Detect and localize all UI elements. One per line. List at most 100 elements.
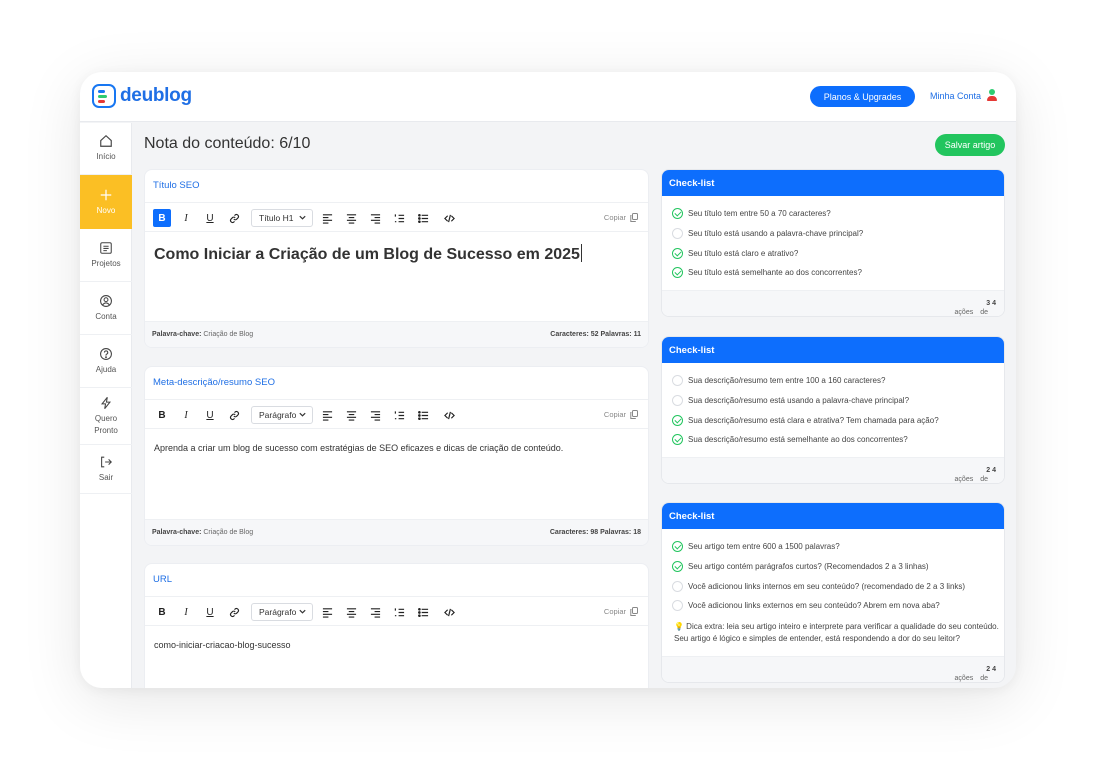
bullet-list-icon: [417, 213, 428, 223]
card-label: Meta-descrição/resumo SEO: [153, 377, 275, 388]
checklist-item[interactable]: Sua descrição/resumo está usando a palav…: [672, 395, 909, 406]
checklist-article: Check-list Seu artigo tem entre 600 a 15…: [661, 502, 1005, 683]
checklist-item[interactable]: Sua descrição/resumo está clara e atrati…: [672, 415, 939, 426]
checklist-item[interactable]: Seu título está semelhante ao dos concor…: [672, 267, 862, 278]
logo-text: deublog: [120, 85, 192, 106]
italic-button[interactable]: I: [177, 209, 195, 227]
ordered-list-button[interactable]: [390, 406, 408, 424]
link-button[interactable]: [225, 406, 243, 424]
bold-button[interactable]: B: [153, 209, 171, 227]
format-select[interactable]: Título H1: [251, 209, 313, 227]
sidebar-item-label: Sair: [98, 472, 114, 482]
checklist-title: Check-list: [662, 170, 1004, 196]
align-right-button[interactable]: [366, 406, 384, 424]
seo-title-editor[interactable]: Como Iniciar a Criação de um Blog de Suc…: [154, 244, 582, 264]
checklist-item[interactable]: Seu título está usando a palavra-chave p…: [672, 228, 863, 239]
checklist-seo-title: Check-list Seu título tem entre 50 a 70 …: [661, 169, 1005, 317]
underline-button[interactable]: U: [201, 209, 219, 227]
checklist-item-label: Seu título tem entre 50 a 70 caracteres?: [688, 209, 831, 218]
checklist-item[interactable]: Você adicionou links externos em seu con…: [672, 600, 940, 611]
stats-info: Caracteres: 98 Palavras: 18: [550, 529, 641, 536]
underline-button[interactable]: U: [201, 603, 219, 621]
checklist-item[interactable]: Sua descrição/resumo está semelhante ao …: [672, 434, 908, 445]
sidebar-item-novo[interactable]: Novo: [80, 175, 132, 229]
checklist-item-label: Seu título está claro e atrativo?: [688, 249, 799, 258]
checklist-item[interactable]: Você adicionou links internos em seu con…: [672, 581, 965, 592]
url-editor[interactable]: como-iniciar-criacao-blog-sucesso: [154, 640, 291, 650]
code-button[interactable]: [440, 209, 458, 227]
sidebar-item-ajuda[interactable]: Ajuda: [80, 335, 132, 388]
align-left-button[interactable]: [318, 603, 336, 621]
italic-button[interactable]: I: [177, 603, 195, 621]
check-circle-icon: [672, 561, 683, 572]
ordered-list-button[interactable]: [390, 603, 408, 621]
align-center-icon: [346, 607, 356, 618]
checklist-item[interactable]: Seu título tem entre 50 a 70 caracteres?: [672, 208, 831, 219]
align-center-button[interactable]: [342, 406, 360, 424]
editor-toolbar: B I U Título H1 Copiar: [145, 202, 648, 232]
words-value: 11: [633, 331, 641, 338]
seo-title-card: Título SEO B I U Título H1 Copiar Como I…: [144, 169, 649, 348]
editor-toolbar: B I U Parágrafo Copiar: [145, 596, 648, 626]
format-select[interactable]: Parágrafo: [251, 603, 313, 621]
plans-upgrades-button[interactable]: Planos & Upgrades: [810, 86, 915, 107]
copy-button[interactable]: Copiar: [604, 410, 638, 419]
link-button[interactable]: [225, 209, 243, 227]
code-button[interactable]: [440, 406, 458, 424]
account-menu[interactable]: Minha Conta: [930, 89, 998, 102]
sidebar-item-conta[interactable]: Conta: [80, 282, 132, 335]
bold-button[interactable]: B: [153, 406, 171, 424]
copy-button[interactable]: Copiar: [604, 213, 638, 222]
account-label: Minha Conta: [930, 90, 982, 101]
bullet-list-icon: [417, 410, 428, 420]
checklist-item[interactable]: Seu artigo tem entre 600 a 1500 palavras…: [672, 541, 840, 552]
home-icon: [100, 135, 112, 148]
chevron-down-icon: [299, 609, 306, 614]
italic-button[interactable]: I: [177, 406, 195, 424]
progress-text: 2 de 4 ações concluídas: [954, 467, 996, 483]
sidebar: Início Novo Projetos Conta Ajuda Quero P…: [80, 123, 132, 688]
link-button[interactable]: [225, 603, 243, 621]
underline-button[interactable]: U: [201, 406, 219, 424]
card-footer: Palavra-chave: Criação de Blog Caractere…: [145, 321, 648, 347]
checklist-item[interactable]: Sua descrição/resumo tem entre 100 a 160…: [672, 375, 885, 386]
copy-button[interactable]: Copiar: [604, 607, 638, 616]
bullet-list-button[interactable]: [414, 603, 432, 621]
align-center-button[interactable]: [342, 209, 360, 227]
sidebar-item-quero-pronto[interactable]: Quero Pronto: [80, 388, 132, 445]
card-label: Título SEO: [153, 180, 200, 191]
words-value: 18: [633, 529, 641, 536]
checklist-footer: 3 de 4 ações concluídas: [662, 290, 1004, 316]
sidebar-item-label: Conta: [95, 311, 117, 321]
bold-button[interactable]: B: [153, 603, 171, 621]
save-article-button[interactable]: Salvar artigo: [935, 134, 1005, 156]
checklist-item[interactable]: Seu título está claro e atrativo?: [672, 248, 798, 259]
copy-label: Copiar: [603, 213, 626, 222]
align-left-button[interactable]: [318, 406, 336, 424]
checklist-item-label: Sua descrição/resumo está clara e atrati…: [688, 416, 939, 425]
empty-circle-icon: [672, 375, 683, 386]
format-select[interactable]: Parágrafo: [251, 406, 313, 424]
keyword-label: Palavra-chave:: [152, 331, 202, 338]
logo[interactable]: deublog: [92, 84, 192, 108]
align-left-icon: [322, 410, 332, 421]
align-right-button[interactable]: [366, 209, 384, 227]
checklist-item-label: Você adicionou links internos em seu con…: [688, 582, 966, 591]
sidebar-item-sair[interactable]: Sair: [80, 445, 132, 494]
code-icon: [443, 608, 455, 616]
align-center-button[interactable]: [342, 603, 360, 621]
checklist-item-label: Seu artigo tem entre 600 a 1500 palavras…: [688, 542, 840, 551]
sidebar-item-inicio[interactable]: Início: [80, 123, 132, 175]
code-icon: [443, 411, 455, 419]
bullet-list-button[interactable]: [414, 406, 432, 424]
checklist-item[interactable]: Seu artigo contém parágrafos curtos? (Re…: [672, 561, 929, 572]
ordered-list-button[interactable]: [390, 209, 408, 227]
logout-icon: [101, 456, 112, 468]
align-left-button[interactable]: [318, 209, 336, 227]
sidebar-item-label: Ajuda: [95, 364, 117, 374]
code-button[interactable]: [440, 603, 458, 621]
meta-description-editor[interactable]: Aprenda a criar um blog de sucesso com e…: [154, 443, 563, 453]
bullet-list-button[interactable]: [414, 209, 432, 227]
sidebar-item-projetos[interactable]: Projetos: [80, 229, 132, 282]
align-right-button[interactable]: [366, 603, 384, 621]
